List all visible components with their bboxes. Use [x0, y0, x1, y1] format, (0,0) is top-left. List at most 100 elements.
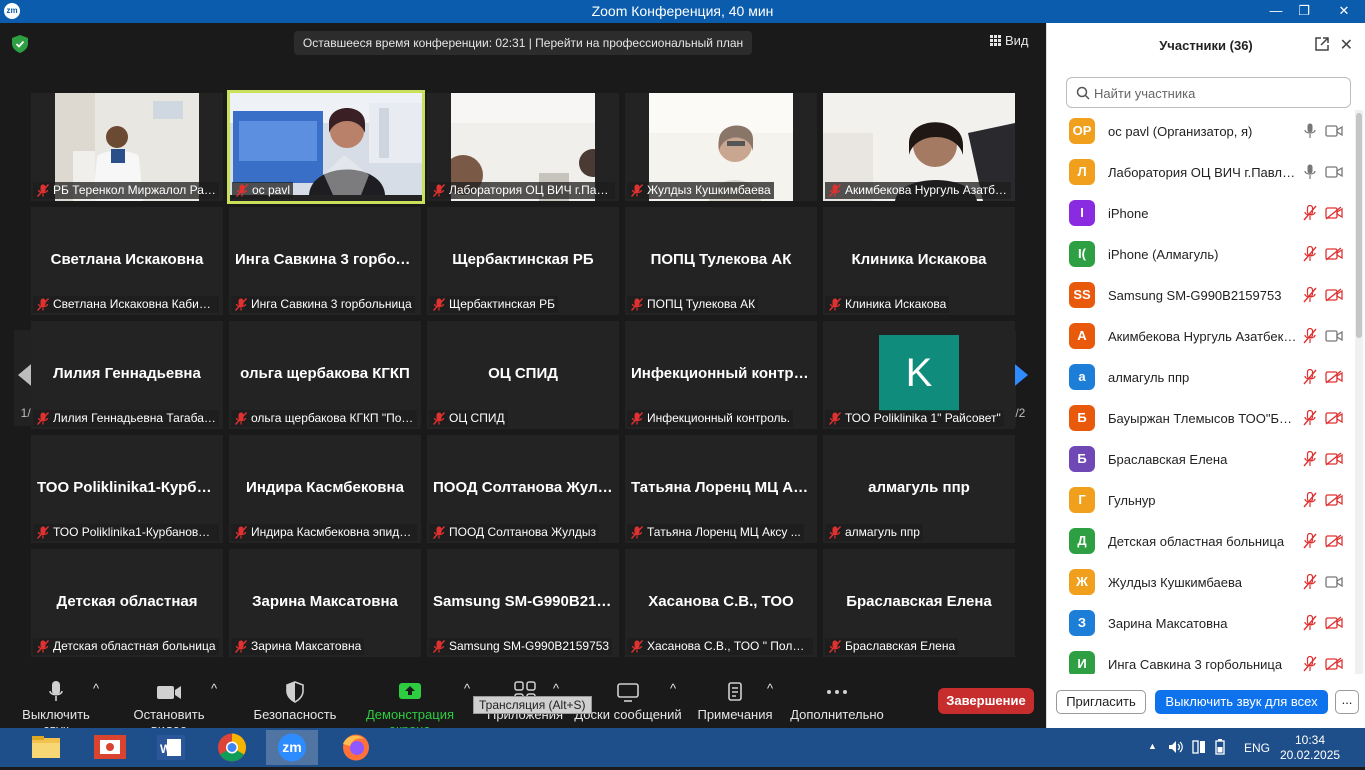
participant-tile[interactable]: Татьяна Лоренц МЦ Аксу Татьяна Лоренц МЦ …	[625, 435, 817, 543]
participant-tile[interactable]: Светлана Искаковна Светлана Искаковна Каб…	[31, 207, 223, 315]
participant-tile[interactable]: Samsung SM-G990B2159753 Samsung SM-G990B2…	[427, 549, 619, 657]
more-button[interactable]: Дополнительно	[790, 681, 884, 722]
participant-list-item[interactable]: И Инга Савкина 3 горбольница	[1047, 644, 1355, 674]
participant-tile[interactable]: алмагуль ппр алмагуль ппр	[823, 435, 1015, 543]
participant-list-scrollbar[interactable]	[1355, 110, 1363, 674]
time-remaining-banner[interactable]: Оставшееся время конференции: 02:31 | Пе…	[294, 31, 752, 55]
muted-microphone-icon[interactable]	[1303, 451, 1317, 467]
participant-tile[interactable]: Инфекционный контроль Инфекционный контро…	[625, 321, 817, 429]
participant-tile[interactable]: Клиника Искакова Клиника Искакова	[823, 207, 1015, 315]
volume-icon[interactable]	[1168, 740, 1184, 754]
video-off-icon[interactable]	[1325, 616, 1343, 630]
end-meeting-button[interactable]: Завершение	[938, 688, 1034, 714]
participant-tile[interactable]: Лаборатория ОЦ ВИЧ г.Павлодар	[427, 93, 619, 201]
participant-tile[interactable]: Акимбекова Нургуль Азатбековна	[823, 93, 1015, 201]
microphone-icon[interactable]	[1303, 164, 1317, 180]
participant-tile[interactable]: Хасанова С.В., ТОО Хасанова С.В., ТОО " П…	[625, 549, 817, 657]
participant-tile[interactable]: K ТОО Poliklinika 1" Райсовет"	[823, 321, 1015, 429]
participant-tile[interactable]: Жулдыз Кушкимбаева	[625, 93, 817, 201]
notes-button[interactable]: Примечания	[696, 681, 774, 722]
battery-icon[interactable]	[1214, 739, 1226, 755]
participant-tile[interactable]: РБ Теренкол Миржалол Рахимов	[31, 93, 223, 201]
muted-microphone-icon[interactable]	[1303, 246, 1317, 262]
network-icon[interactable]	[1192, 739, 1206, 755]
taskbar-chrome[interactable]	[206, 730, 258, 765]
participant-list-item[interactable]: Г Гульнур	[1047, 480, 1355, 521]
microphone-icon[interactable]	[1303, 123, 1317, 139]
participant-tile[interactable]: ОЦ СПИД ОЦ СПИД	[427, 321, 619, 429]
apps-options-caret[interactable]: ^	[553, 681, 559, 696]
participant-list-item[interactable]: А Акимбекова Нургуль Азатбековна	[1047, 316, 1355, 357]
mute-all-button[interactable]: Выключить звук для всех	[1155, 690, 1328, 714]
video-off-icon[interactable]	[1325, 452, 1343, 466]
video-camera-icon[interactable]	[1325, 124, 1343, 138]
participant-tile[interactable]: ПООД Солтанова Жулдыз ПООД Солтанова Жулд…	[427, 435, 619, 543]
participant-search-input[interactable]	[1094, 84, 1344, 102]
video-off-icon[interactable]	[1325, 657, 1343, 671]
participant-list-item[interactable]: Б Бауыржан Тлемысов ТОО"БИОМЕД"	[1047, 398, 1355, 439]
video-off-icon[interactable]	[1325, 534, 1343, 548]
muted-microphone-icon[interactable]	[1303, 287, 1317, 303]
participant-tile[interactable]: ольга щербакова КГКП ольга щербакова КГКП…	[229, 321, 421, 429]
taskbar-word[interactable]: W	[145, 730, 197, 765]
participant-search[interactable]	[1066, 77, 1351, 108]
video-off-icon[interactable]	[1325, 370, 1343, 384]
participant-tile[interactable]: Зарина Максатовна Зарина Максатовна	[229, 549, 421, 657]
security-button[interactable]: Безопасность	[252, 681, 338, 722]
video-camera-icon[interactable]	[1325, 165, 1343, 179]
video-camera-icon[interactable]	[1325, 575, 1343, 589]
taskbar-zoom[interactable]: zm	[266, 730, 318, 765]
maximize-button[interactable]: ❐	[1286, 0, 1322, 23]
participant-tile[interactable]: Щербактинская РБ Щербактинская РБ	[427, 207, 619, 315]
muted-microphone-icon[interactable]	[1303, 492, 1317, 508]
video-off-icon[interactable]	[1325, 288, 1343, 302]
scrollbar-thumb[interactable]	[1356, 113, 1362, 338]
taskbar-clock[interactable]: 10:34 20.02.2025	[1280, 733, 1340, 763]
participant-list-item[interactable]: Ж Жулдыз Кушкимбаева	[1047, 562, 1355, 603]
taskbar-firefox[interactable]	[330, 730, 382, 765]
participant-list-item[interactable]: I(iPhone (Алмагуль)	[1047, 234, 1355, 275]
participant-list-item[interactable]: З Зарина Максатовна	[1047, 603, 1355, 644]
video-off-icon[interactable]	[1325, 206, 1343, 220]
close-window-button[interactable]: ✕	[1324, 0, 1364, 23]
muted-microphone-icon[interactable]	[1303, 369, 1317, 385]
invite-button[interactable]: Пригласить	[1056, 690, 1146, 714]
notes-options-caret[interactable]: ^	[767, 681, 773, 696]
encryption-shield-icon[interactable]	[12, 35, 28, 53]
muted-microphone-icon[interactable]	[1303, 574, 1317, 590]
taskbar-file-explorer[interactable]	[20, 730, 72, 765]
participant-tile[interactable]: Детская областная Детская областная больн…	[31, 549, 223, 657]
participant-list-item[interactable]: SS Samsung SM-G990B2159753	[1047, 275, 1355, 316]
participant-list-item[interactable]: а алмагуль ппр	[1047, 357, 1355, 398]
share-options-caret[interactable]: ^	[464, 681, 470, 696]
video-off-icon[interactable]	[1325, 493, 1343, 507]
muted-microphone-icon[interactable]	[1303, 410, 1317, 426]
participant-list-item[interactable]: OP ос pavl (Организатор, я)	[1047, 111, 1355, 152]
muted-microphone-icon[interactable]	[1303, 205, 1317, 221]
popout-icon[interactable]	[1315, 37, 1329, 51]
video-off-icon[interactable]	[1325, 247, 1343, 261]
view-button[interactable]: Вид	[990, 33, 1029, 48]
panel-more-button[interactable]: ...	[1335, 690, 1359, 714]
participant-list-item[interactable]: Б Браславская Елена	[1047, 439, 1355, 480]
video-camera-icon[interactable]	[1325, 329, 1343, 343]
muted-microphone-icon[interactable]	[1303, 328, 1317, 344]
video-options-caret[interactable]: ^	[211, 681, 217, 696]
audio-options-caret[interactable]: ^	[93, 681, 99, 696]
close-panel-button[interactable]: ✕	[1340, 35, 1353, 55]
muted-microphone-icon[interactable]	[1303, 533, 1317, 549]
participant-tile[interactable]: Браславская Елена Браславская Елена	[823, 549, 1015, 657]
whiteboards-options-caret[interactable]: ^	[670, 681, 676, 696]
taskbar-presentation[interactable]	[84, 730, 136, 765]
participant-tile[interactable]: Индира Касмбековна Индира Касмбековна эпи…	[229, 435, 421, 543]
participant-tile[interactable]: ТОО Poliklinika1-Курбанова ТОО Poliklinik…	[31, 435, 223, 543]
participant-tile[interactable]: ос pavl	[227, 90, 425, 204]
participant-tile[interactable]: Лилия Геннадьевна Лилия Геннадьевна Тагаб…	[31, 321, 223, 429]
muted-microphone-icon[interactable]	[1303, 656, 1317, 672]
participant-tile[interactable]: Инга Савкина 3 горбольница Инга Савкина 3…	[229, 207, 421, 315]
language-indicator[interactable]: ENG	[1244, 741, 1270, 755]
tray-chevron-icon[interactable]: ▲	[1148, 741, 1157, 751]
video-off-icon[interactable]	[1325, 411, 1343, 425]
participant-list-item[interactable]: Л Лаборатория ОЦ ВИЧ г.Павлодар	[1047, 152, 1355, 193]
participant-tile[interactable]: ПОПЦ Тулекова АК ПОПЦ Тулекова АК	[625, 207, 817, 315]
